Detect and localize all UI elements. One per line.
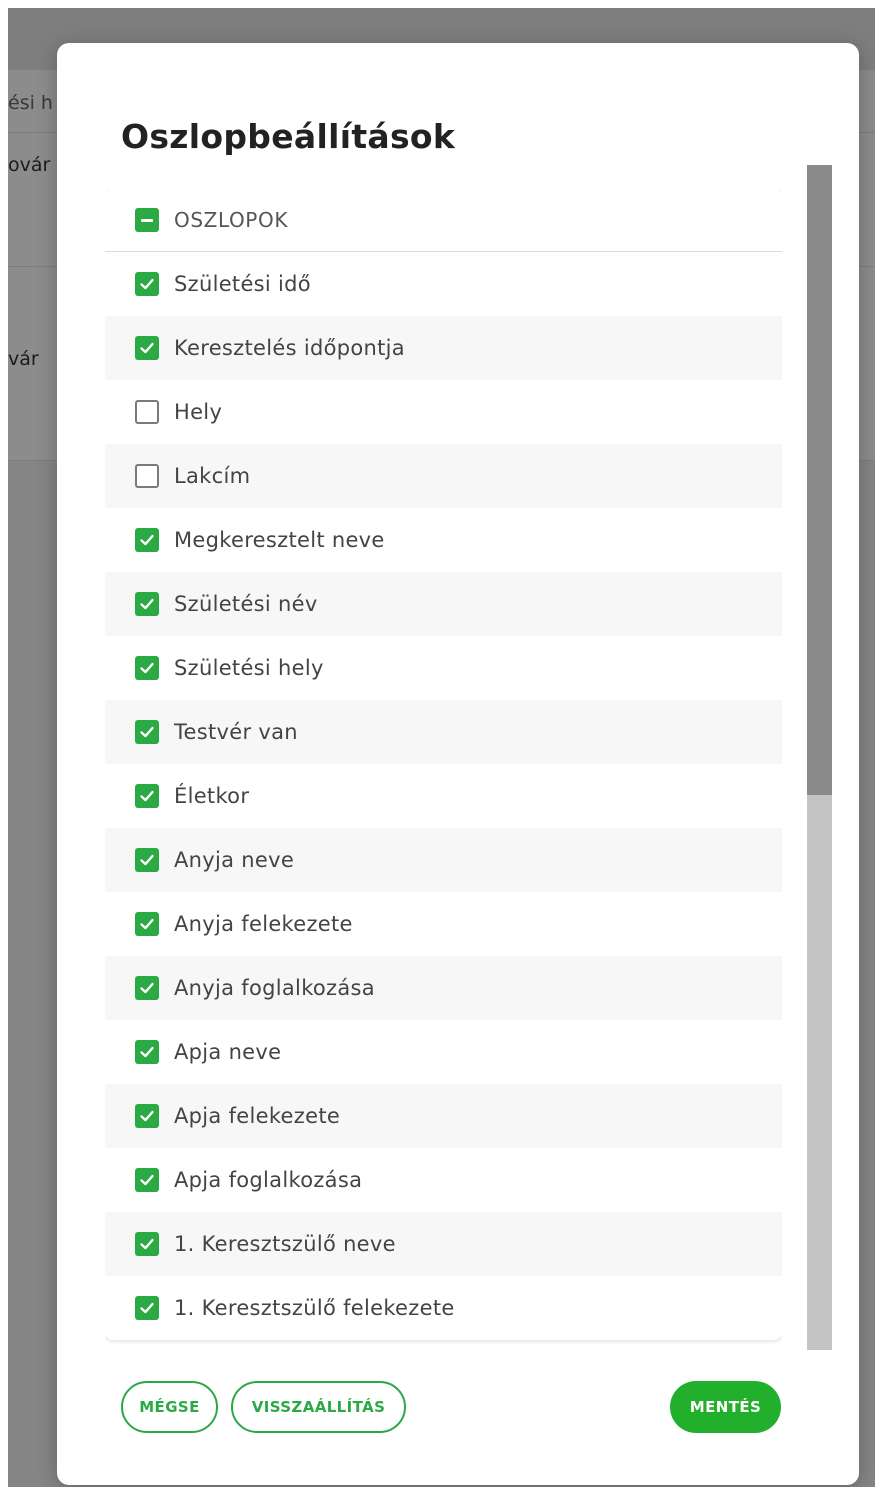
- scrollbar[interactable]: [807, 165, 832, 1350]
- check-icon: [140, 534, 154, 546]
- check-icon: [140, 790, 154, 802]
- column-option-row[interactable]: Hely: [105, 380, 782, 444]
- check-icon: [140, 662, 154, 674]
- column-option-row[interactable]: Keresztelés időpontja: [105, 316, 782, 380]
- check-icon: [140, 342, 154, 354]
- minus-icon: [141, 218, 153, 222]
- column-option-row[interactable]: 1. Keresztszülő felekezete: [105, 1276, 782, 1340]
- column-option-label: Születési név: [174, 592, 318, 616]
- column-checkbox[interactable]: [135, 976, 159, 1000]
- cancel-button[interactable]: MÉGSE: [121, 1381, 218, 1433]
- column-checkbox[interactable]: [135, 336, 159, 360]
- column-option-label: Apja felekezete: [174, 1104, 341, 1128]
- column-settings-dialog: Oszlopbeállítások OSZLOPOK Születési idő…: [57, 43, 859, 1485]
- column-option-row[interactable]: Születési név: [105, 572, 782, 636]
- column-list-header-label: OSZLOPOK: [174, 208, 289, 232]
- column-option-row[interactable]: Anyja felekezete: [105, 892, 782, 956]
- column-option-row[interactable]: Apja felekezete: [105, 1084, 782, 1148]
- column-option-row[interactable]: Anyja foglalkozása: [105, 956, 782, 1020]
- column-list: OSZLOPOK Születési idő Keresztelés időpon…: [105, 189, 782, 1340]
- column-option-label: Lakcím: [174, 464, 251, 488]
- check-icon: [140, 278, 154, 290]
- column-option-label: Apja neve: [174, 1040, 282, 1064]
- column-checkbox[interactable]: [135, 912, 159, 936]
- column-option-label: Apja foglalkozása: [174, 1168, 363, 1192]
- column-option-row[interactable]: Apja neve: [105, 1020, 782, 1084]
- column-rows: Születési idő Keresztelés időpontja Hely La…: [105, 252, 782, 1340]
- column-option-label: Anyja felekezete: [174, 912, 353, 936]
- check-icon: [140, 854, 154, 866]
- column-checkbox[interactable]: [135, 528, 159, 552]
- column-option-row[interactable]: Születési hely: [105, 636, 782, 700]
- column-checkbox[interactable]: [135, 272, 159, 296]
- column-checkbox[interactable]: [135, 848, 159, 872]
- check-icon: [140, 1302, 154, 1314]
- column-checkbox[interactable]: [135, 784, 159, 808]
- column-option-label: Hely: [174, 400, 223, 424]
- column-option-row[interactable]: Megkeresztelt neve: [105, 508, 782, 572]
- column-checkbox[interactable]: [135, 464, 159, 488]
- column-option-row[interactable]: Lakcím: [105, 444, 782, 508]
- check-icon: [140, 598, 154, 610]
- column-checkbox[interactable]: [135, 1040, 159, 1064]
- column-checkbox[interactable]: [135, 720, 159, 744]
- dialog-title: Oszlopbeállítások: [121, 117, 456, 156]
- column-checkbox[interactable]: [135, 592, 159, 616]
- column-option-label: Megkeresztelt neve: [174, 528, 385, 552]
- column-option-label: Születési idő: [174, 272, 311, 296]
- column-option-label: 1. Keresztszülő neve: [174, 1232, 396, 1256]
- column-checkbox[interactable]: [135, 1296, 159, 1320]
- column-checkbox[interactable]: [135, 1232, 159, 1256]
- column-checkbox[interactable]: [135, 1104, 159, 1128]
- column-option-row[interactable]: Életkor: [105, 764, 782, 828]
- reset-button[interactable]: VISSZAÁLLÍTÁS: [231, 1381, 406, 1433]
- column-option-row[interactable]: Apja foglalkozása: [105, 1148, 782, 1212]
- column-list-header[interactable]: OSZLOPOK: [105, 189, 782, 252]
- column-option-row[interactable]: Anyja neve: [105, 828, 782, 892]
- check-icon: [140, 1110, 154, 1122]
- column-option-label: Anyja neve: [174, 848, 295, 872]
- column-option-label: Születési hely: [174, 656, 324, 680]
- column-checkbox[interactable]: [135, 400, 159, 424]
- column-list-scroll-area[interactable]: OSZLOPOK Születési idő Keresztelés időpon…: [105, 189, 782, 1350]
- save-button[interactable]: MENTÉS: [670, 1381, 781, 1433]
- column-option-label: Keresztelés időpontja: [174, 336, 405, 360]
- check-icon: [140, 726, 154, 738]
- column-option-row[interactable]: 1. Keresztszülő neve: [105, 1212, 782, 1276]
- column-option-label: Életkor: [174, 784, 250, 808]
- check-icon: [140, 1174, 154, 1186]
- column-option-label: Testvér van: [174, 720, 298, 744]
- column-option-row[interactable]: Születési idő: [105, 252, 782, 316]
- column-option-label: 1. Keresztszülő felekezete: [174, 1296, 455, 1320]
- column-checkbox[interactable]: [135, 656, 159, 680]
- select-all-checkbox[interactable]: [135, 208, 159, 232]
- column-checkbox[interactable]: [135, 1168, 159, 1192]
- check-icon: [140, 1046, 154, 1058]
- scrollbar-thumb[interactable]: [807, 165, 832, 795]
- column-option-label: Anyja foglalkozása: [174, 976, 375, 1000]
- column-option-row[interactable]: Testvér van: [105, 700, 782, 764]
- check-icon: [140, 918, 154, 930]
- check-icon: [140, 982, 154, 994]
- check-icon: [140, 1238, 154, 1250]
